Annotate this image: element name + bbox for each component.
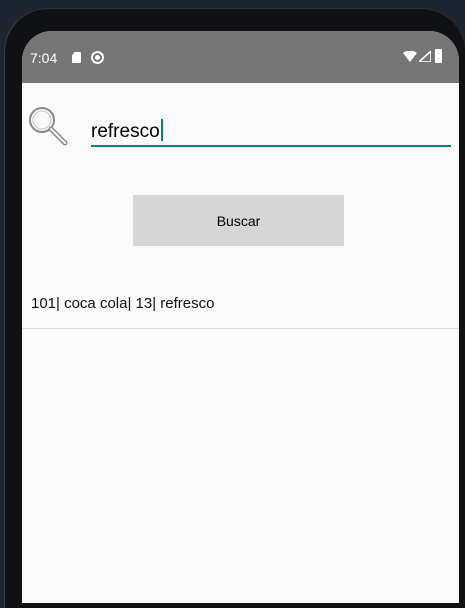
status-bar: 7:04 bbox=[22, 31, 459, 83]
status-time: 7:04 bbox=[30, 50, 58, 66]
battery-icon bbox=[435, 49, 442, 63]
buscar-button[interactable]: Buscar bbox=[133, 195, 344, 246]
list-item[interactable]: 101| coca cola| 13| refresco bbox=[22, 281, 459, 329]
search-row: refresco bbox=[22, 83, 459, 163]
list-item-text: 101| coca cola| 13| refresco bbox=[31, 295, 215, 312]
status-icons bbox=[403, 48, 455, 64]
sd-card-icon bbox=[72, 52, 81, 63]
app-screen: 7:04 refresco Buscar 101| coca cola| 13|… bbox=[22, 31, 459, 603]
device-frame: 7:04 refresco Buscar 101| coca cola| 13|… bbox=[4, 8, 465, 608]
wifi-icon bbox=[403, 51, 417, 62]
results-list: 101| coca cola| 13| refresco bbox=[22, 281, 459, 329]
magnifier-icon bbox=[29, 107, 68, 146]
cell-signal-icon bbox=[419, 51, 431, 62]
data-saver-icon bbox=[91, 51, 104, 64]
search-input[interactable] bbox=[91, 113, 451, 147]
